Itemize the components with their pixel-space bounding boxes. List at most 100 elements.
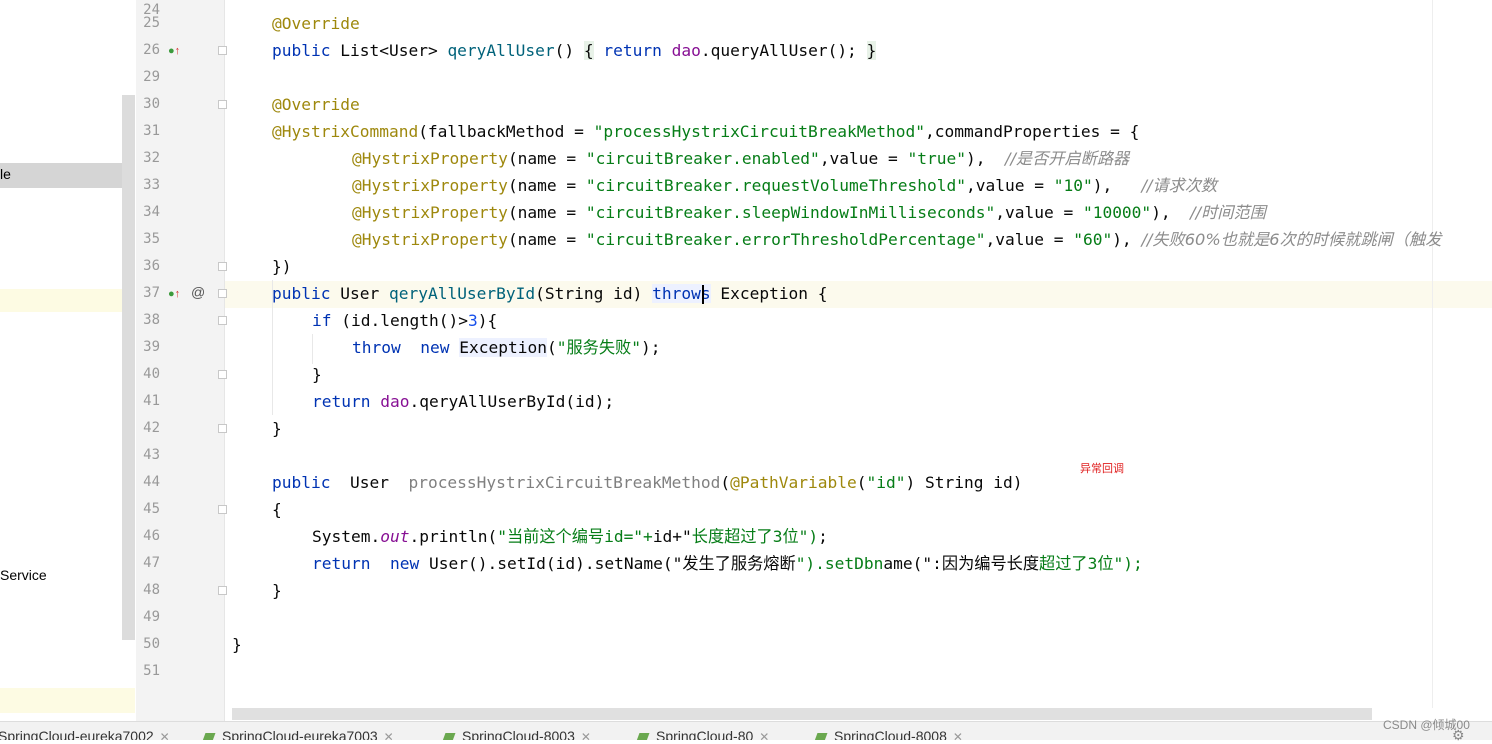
line-number: 32 [143,150,160,166]
code-token: new [389,554,420,573]
line-number: 42 [143,420,160,436]
line-number: 33 [143,177,160,193]
implements-method-icon[interactable]: ●↑ [168,45,180,57]
fold-marker-icon[interactable] [218,505,227,514]
code-token: out [380,527,410,546]
code-token: "circuitBreaker.enabled" [585,149,820,168]
code-line-47[interactable]: return new User().setId(id).setName("发生了… [312,550,1143,577]
code-token: ").setDbn [795,554,884,573]
line-number: 51 [143,663,160,679]
code-token: 3 [467,311,478,330]
code-line-31[interactable]: @HystrixCommand(fallbackMethod = "proces… [272,118,1139,145]
code-token: .queryAllUser(); [700,41,867,60]
line-number: 39 [143,339,160,355]
line-number: 37 [143,285,160,301]
code-token: 长度超过了3位") [691,527,819,546]
editor-horizontal-scrollbar[interactable] [232,708,1372,720]
code-token: () [554,41,584,60]
fold-marker-icon[interactable] [218,370,227,379]
code-token: ,value = [985,230,1074,249]
code-token: ; [818,527,828,546]
code-line-50[interactable]: } [232,631,242,658]
code-token: "circuitBreaker.errorThresholdPercentage… [585,230,986,249]
code-line-41[interactable]: return dao.qeryAllUserById(id); [312,388,614,415]
code-token: } [232,635,242,654]
fold-marker-icon[interactable] [218,262,227,271]
code-token: ), [1112,230,1142,249]
code-token: ( [720,473,731,492]
code-token: "当前这个编号id="+ [497,527,653,546]
code-token: } [866,41,877,60]
gear-icon[interactable]: ⚙ [1452,727,1465,744]
code-line-39[interactable]: throw new Exception("服务失败"); [352,334,660,361]
right-margin-guide [1432,0,1433,708]
project-tree-selected-row[interactable] [0,163,135,188]
tab-springcloud-8008[interactable]: SpringCloud-8008 ✕ [814,728,963,740]
code-line-34[interactable]: @HystrixProperty(name = "circuitBreaker.… [352,199,1266,226]
annotation-at-icon[interactable]: @ [191,285,205,299]
code-token: return [312,554,371,573]
code-token: "true" [907,149,967,168]
code-token: @HystrixProperty [352,203,508,222]
fold-marker-icon[interactable] [218,424,227,433]
code-token: (String id) [535,284,653,303]
code-line-35[interactable]: @HystrixProperty(name = "circuitBreaker.… [352,226,1441,253]
code-comment: //请求次数 [1141,176,1218,195]
code-line-25[interactable]: @Override [272,10,360,37]
code-token: new [420,338,450,357]
code-token: ,commandProperties = { [924,122,1140,141]
code-line-38[interactable]: if (id.length()>3){ [312,307,497,334]
code-line-48[interactable]: } [272,577,282,604]
code-token: public [272,473,331,492]
code-line-42[interactable]: } [272,415,282,442]
fold-marker-icon[interactable] [218,46,227,55]
code-line-36[interactable]: }) [272,253,292,280]
code-line-44[interactable]: public User processHystrixCircuitBreakMe… [272,469,1022,496]
code-token: User().setId(id).setName("发生了服务熔断 [419,554,796,573]
code-token: public [272,284,331,303]
fold-marker-icon[interactable] [218,289,227,298]
project-tree-panel: le Service [0,0,136,739]
fold-marker-icon[interactable] [218,100,227,109]
code-line-40[interactable]: } [312,361,322,388]
code-token: ) String id) [905,473,1023,492]
line-number: 47 [143,555,160,571]
implements-method-icon[interactable]: ●↑ [168,288,180,300]
code-editor[interactable] [225,0,1492,739]
code-line-46[interactable]: System.out.println("当前这个编号id="+id+"长度超过了… [312,523,828,550]
line-number: 36 [143,258,160,274]
code-token: 超过了3位"); [1039,554,1143,573]
code-token: ){ [477,311,498,330]
code-token: "circuitBreaker.requestVolumeThreshold" [585,176,966,195]
project-tree-row-highlight [0,688,135,713]
tab-springcloud-eureka7003[interactable]: SpringCloud-eureka7003 ✕ [202,728,394,740]
code-token: return [603,41,662,60]
project-tree-item-label[interactable]: Service [0,567,47,583]
line-number: 46 [143,528,160,544]
tab-springcloud-8003[interactable]: SpringCloud-8003 ✕ [442,728,591,740]
code-token: "60" [1073,230,1113,249]
code-line-37[interactable]: public User qeryAllUserById(String id) t… [272,280,828,307]
project-tree-scrollbar[interactable] [122,95,135,640]
code-line-45[interactable]: { [272,496,282,523]
code-token: (id.length()> [331,311,468,330]
fold-marker-icon[interactable] [218,316,227,325]
code-line-26[interactable]: public List<User> qeryAllUser() { return… [272,37,877,64]
code-token: } [272,419,282,438]
project-tree-row-highlight [0,289,122,312]
tab-springcloud-80[interactable]: SpringCloud-80 ✕ [636,728,769,740]
project-tree-item-label[interactable]: le [0,166,11,182]
code-comment: //是否开启断路器 [1005,149,1130,168]
code-token: dao [671,41,701,60]
fold-marker-icon[interactable] [218,586,227,595]
code-line-30[interactable]: @Override [272,91,360,118]
code-token: ame(":因为编号长度 [883,554,1040,573]
line-number: 45 [143,501,160,517]
tab-springcloud-eureka7002[interactable]: SpringCloud-eureka7002 ✕ [0,728,170,740]
code-token: id+" [652,527,692,546]
code-line-33[interactable]: @HystrixProperty(name = "circuitBreaker.… [352,172,1217,199]
code-token: qeryAllUser [447,41,555,60]
code-line-32[interactable]: @HystrixProperty(name = "circuitBreaker.… [352,145,1129,172]
